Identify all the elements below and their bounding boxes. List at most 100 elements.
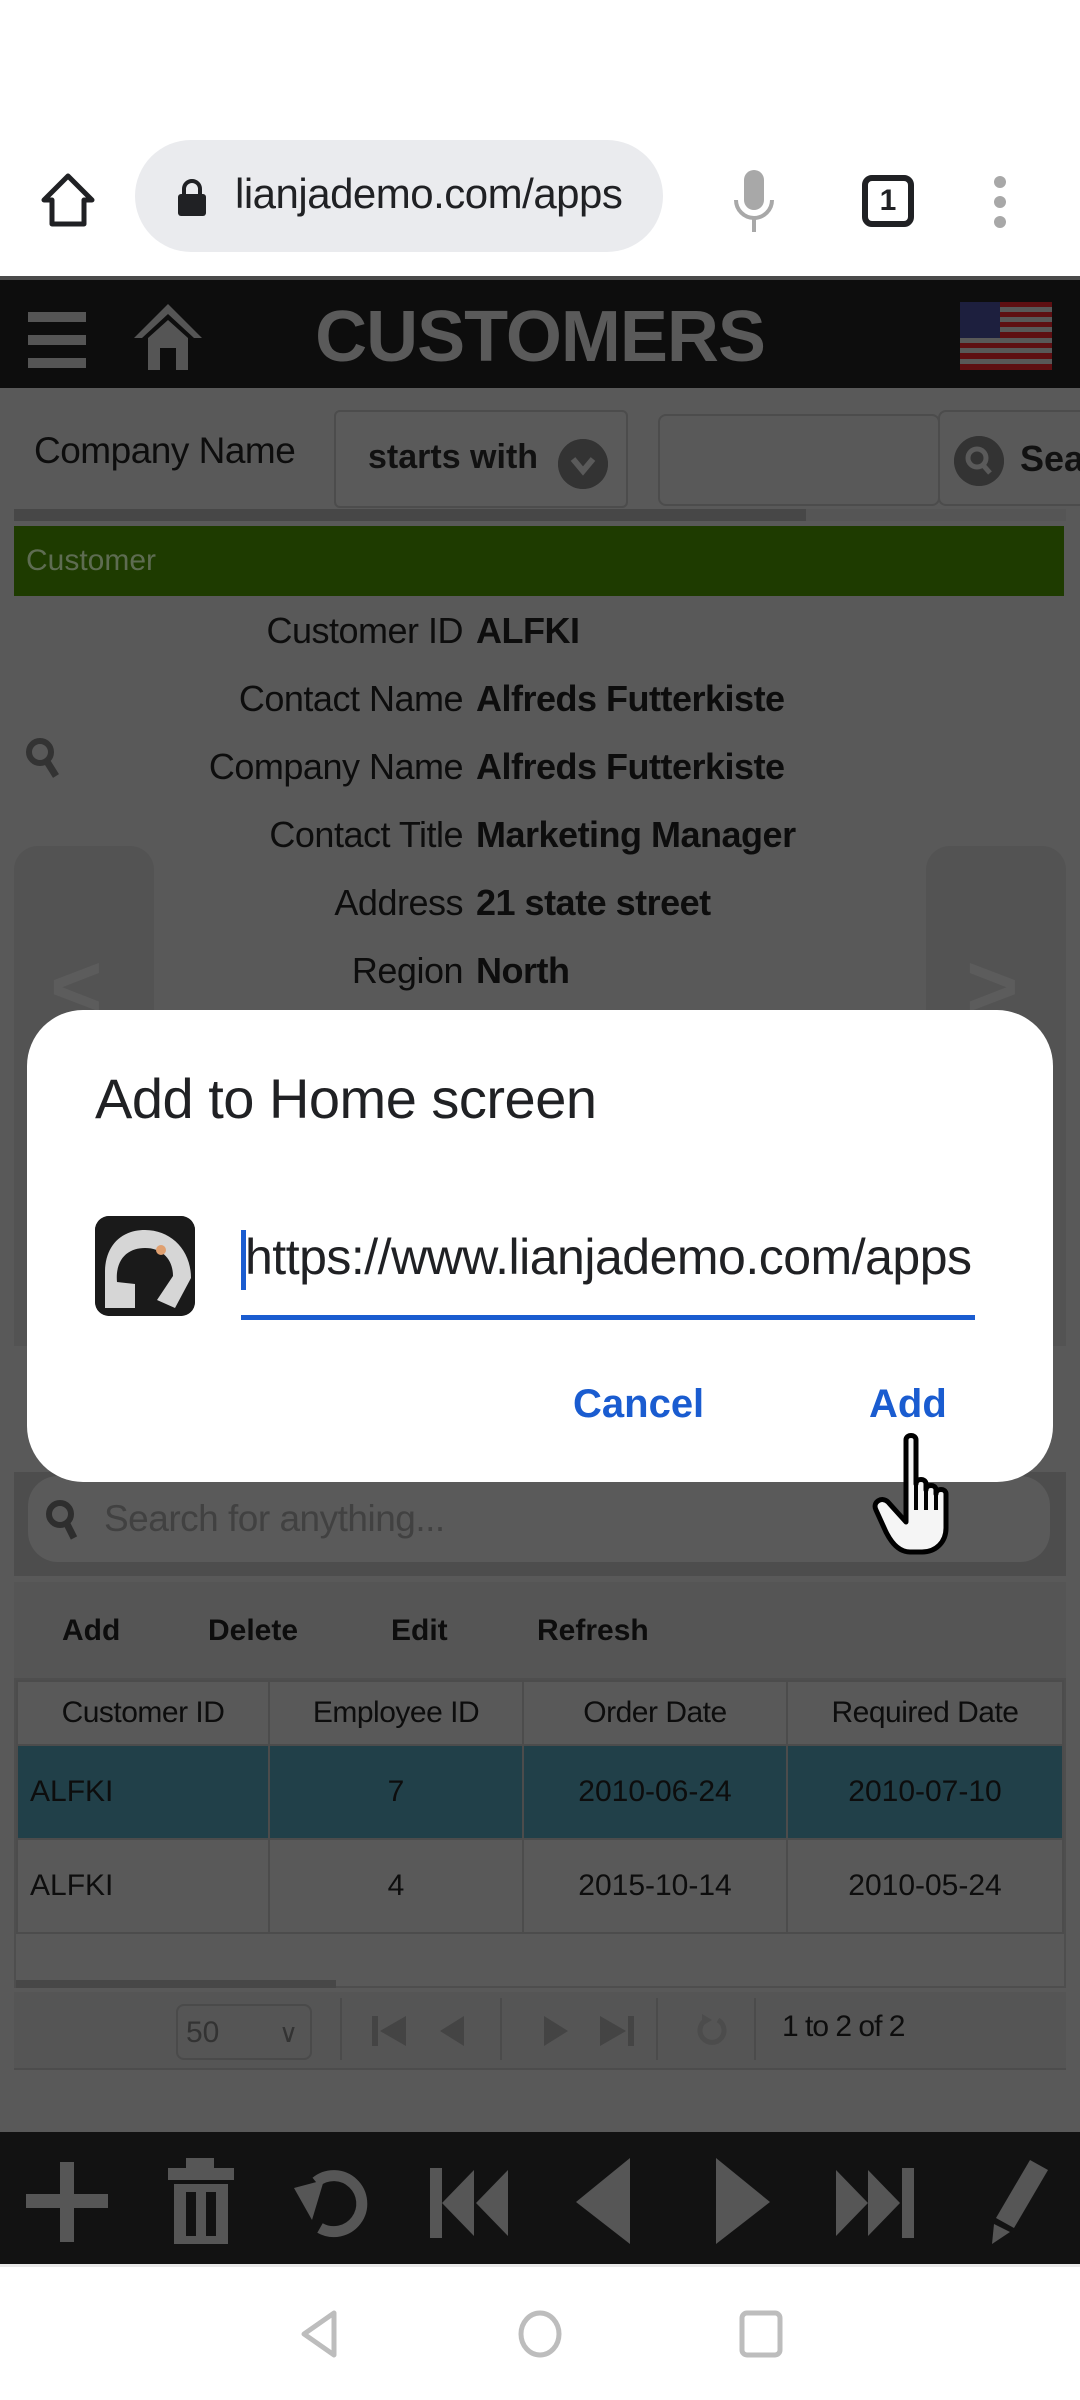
filter-value-input[interactable] — [658, 414, 940, 506]
form-row-address: Address 21 state street — [0, 874, 1080, 934]
field-label: Contact Title — [269, 814, 463, 855]
page-size-value: 50 — [186, 2016, 220, 2049]
previous-record-icon[interactable] — [566, 2158, 656, 2244]
form-row-contact-title: Contact Title Marketing Manager — [0, 806, 1080, 866]
form-row-contact-name: Contact Name Alfreds Futterkiste — [0, 670, 1080, 730]
home-nav-icon[interactable] — [515, 2309, 565, 2359]
cell-customer-id[interactable]: ALFKI — [16, 1744, 270, 1840]
refresh-button[interactable]: Refresh — [537, 1614, 649, 1648]
recents-icon[interactable] — [736, 2309, 786, 2359]
cell-order-date[interactable]: 2015-10-14 — [522, 1838, 788, 1934]
field-label: Contact Name — [238, 678, 464, 719]
column-header[interactable]: Customer ID — [16, 1680, 270, 1746]
tab-switcher-button[interactable]: 1 — [862, 175, 914, 227]
lianja-app-icon — [95, 1216, 195, 1316]
filter-bar: Company Name starts with Search — [0, 388, 1080, 508]
filter-operator-value: starts with — [368, 438, 539, 476]
trash-icon[interactable] — [156, 2158, 246, 2244]
company-lookup-search-icon[interactable] — [24, 736, 68, 784]
add-to-home-screen-dialog: Add to Home screen https://www.lianjadem… — [27, 1010, 1053, 1482]
app-header: CUSTOMERS — [0, 276, 1080, 388]
shortcut-url-value: https://www.lianjademo.com/apps — [245, 1229, 971, 1285]
cell-required-date[interactable]: 2010-07-10 — [786, 1744, 1064, 1840]
grid-pager: 50 ∨ 1 to 2 of 2 — [14, 1992, 1066, 2070]
previous-page-icon[interactable] — [428, 2006, 478, 2056]
first-record-icon[interactable] — [424, 2158, 514, 2244]
add-button[interactable]: Add — [869, 1382, 947, 1427]
field-label: Address — [334, 882, 463, 923]
field-label: Company Name — [208, 746, 464, 787]
address-bar[interactable]: lianjademo.com/apps — [135, 140, 663, 252]
filter-search-label: Search — [1020, 438, 1080, 479]
scrollbar-thumb[interactable] — [14, 509, 806, 521]
field-value[interactable]: 21 state street — [476, 882, 711, 924]
shortcut-url-input[interactable]: https://www.lianjademo.com/apps — [241, 1218, 975, 1320]
cell-employee-id[interactable]: 4 — [268, 1838, 524, 1934]
search-icon — [954, 436, 1004, 486]
divider — [500, 1998, 502, 2060]
dialog-title: Add to Home screen — [95, 1067, 597, 1130]
home-icon[interactable] — [38, 170, 98, 230]
delete-record-button[interactable]: Delete — [208, 1614, 298, 1648]
refresh-icon[interactable] — [290, 2158, 380, 2244]
section-title: Customer — [26, 544, 157, 577]
field-value[interactable]: Alfreds Futterkiste — [476, 746, 785, 788]
divider — [754, 1998, 756, 2060]
last-page-icon[interactable] — [590, 2006, 640, 2056]
field-label: Customer ID — [266, 610, 463, 651]
orders-grid: Customer ID Employee ID Order Date Requi… — [14, 1678, 1066, 1988]
last-record-icon[interactable] — [830, 2158, 920, 2244]
cancel-button[interactable]: Cancel — [573, 1382, 704, 1427]
horizontal-scrollbar[interactable] — [14, 509, 1066, 521]
cell-customer-id[interactable]: ALFKI — [16, 1838, 270, 1934]
table-row[interactable]: ALFKI 4 2015-10-14 2010-05-24 — [16, 1838, 1064, 1934]
chevron-down-icon: ∨ — [278, 2018, 298, 2048]
grid-toolbar: Add Delete Edit Refresh — [14, 1582, 1066, 1678]
field-label: Region — [351, 950, 464, 991]
cell-order-date[interactable]: 2010-06-24 — [522, 1744, 788, 1840]
system-navigation-bar — [0, 2264, 1080, 2400]
column-header[interactable]: Required Date — [786, 1680, 1064, 1746]
field-value[interactable]: North — [476, 950, 570, 992]
reload-icon[interactable] — [686, 2006, 736, 2056]
cell-employee-id[interactable]: 7 — [268, 1744, 524, 1840]
search-icon — [46, 1500, 78, 1540]
plus-icon[interactable] — [22, 2158, 112, 2244]
field-value[interactable]: Marketing Manager — [476, 814, 796, 856]
grid-header-row: Customer ID Employee ID Order Date Requi… — [16, 1680, 1064, 1746]
hand-pointer-cursor-icon — [872, 1433, 949, 1555]
text-caret — [241, 1230, 246, 1290]
cell-required-date[interactable]: 2010-05-24 — [786, 1838, 1064, 1934]
form-row-company-name: Company Name Alfreds Futterkiste — [0, 738, 1080, 798]
field-value[interactable]: ALFKI — [476, 610, 580, 652]
page-title: CUSTOMERS — [315, 297, 766, 377]
divider — [656, 1998, 658, 2060]
more-menu-icon[interactable] — [990, 172, 1010, 232]
table-row[interactable]: ALFKI 7 2010-06-24 2010-07-10 — [16, 1744, 1064, 1840]
back-icon[interactable] — [296, 2309, 346, 2359]
chevron-down-icon — [558, 439, 608, 489]
grid-horizontal-scrollbar[interactable] — [16, 1980, 336, 1988]
us-flag-icon[interactable] — [960, 302, 1052, 370]
add-record-button[interactable]: Add — [62, 1614, 120, 1648]
edit-pencil-icon[interactable] — [970, 2158, 1060, 2244]
filter-field-label: Company Name — [34, 430, 296, 471]
field-value[interactable]: Alfreds Futterkiste — [476, 678, 785, 720]
status-bar — [0, 0, 1080, 130]
first-page-icon[interactable] — [366, 2006, 416, 2056]
divider — [340, 1998, 342, 2060]
next-record-icon[interactable] — [704, 2158, 794, 2244]
page-size-select[interactable]: 50 ∨ — [176, 2004, 312, 2060]
column-header[interactable]: Employee ID — [268, 1680, 524, 1746]
browser-toolbar: lianjademo.com/apps 1 — [0, 130, 1080, 276]
form-row-customer-id: Customer ID ALFKI — [0, 602, 1080, 662]
microphone-icon[interactable] — [730, 170, 778, 234]
column-header[interactable]: Order Date — [522, 1680, 788, 1746]
filter-search-button[interactable]: Search — [938, 410, 1080, 506]
next-page-icon[interactable] — [530, 2006, 580, 2056]
search-placeholder: Search for anything... — [104, 1498, 445, 1539]
edit-record-button[interactable]: Edit — [391, 1614, 448, 1648]
section-header: Customer — [14, 526, 1064, 596]
form-row-region: Region North — [0, 942, 1080, 1002]
filter-operator-select[interactable]: starts with — [334, 410, 628, 508]
